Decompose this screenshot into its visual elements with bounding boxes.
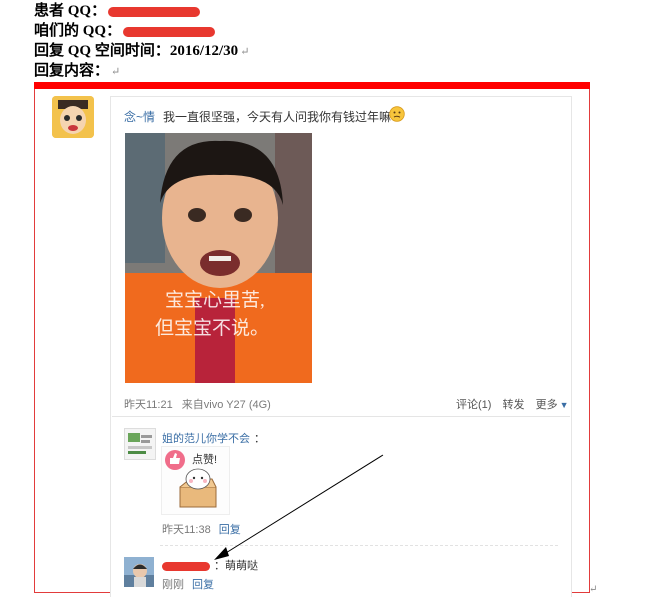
annotation-arrow: [214, 454, 384, 560]
